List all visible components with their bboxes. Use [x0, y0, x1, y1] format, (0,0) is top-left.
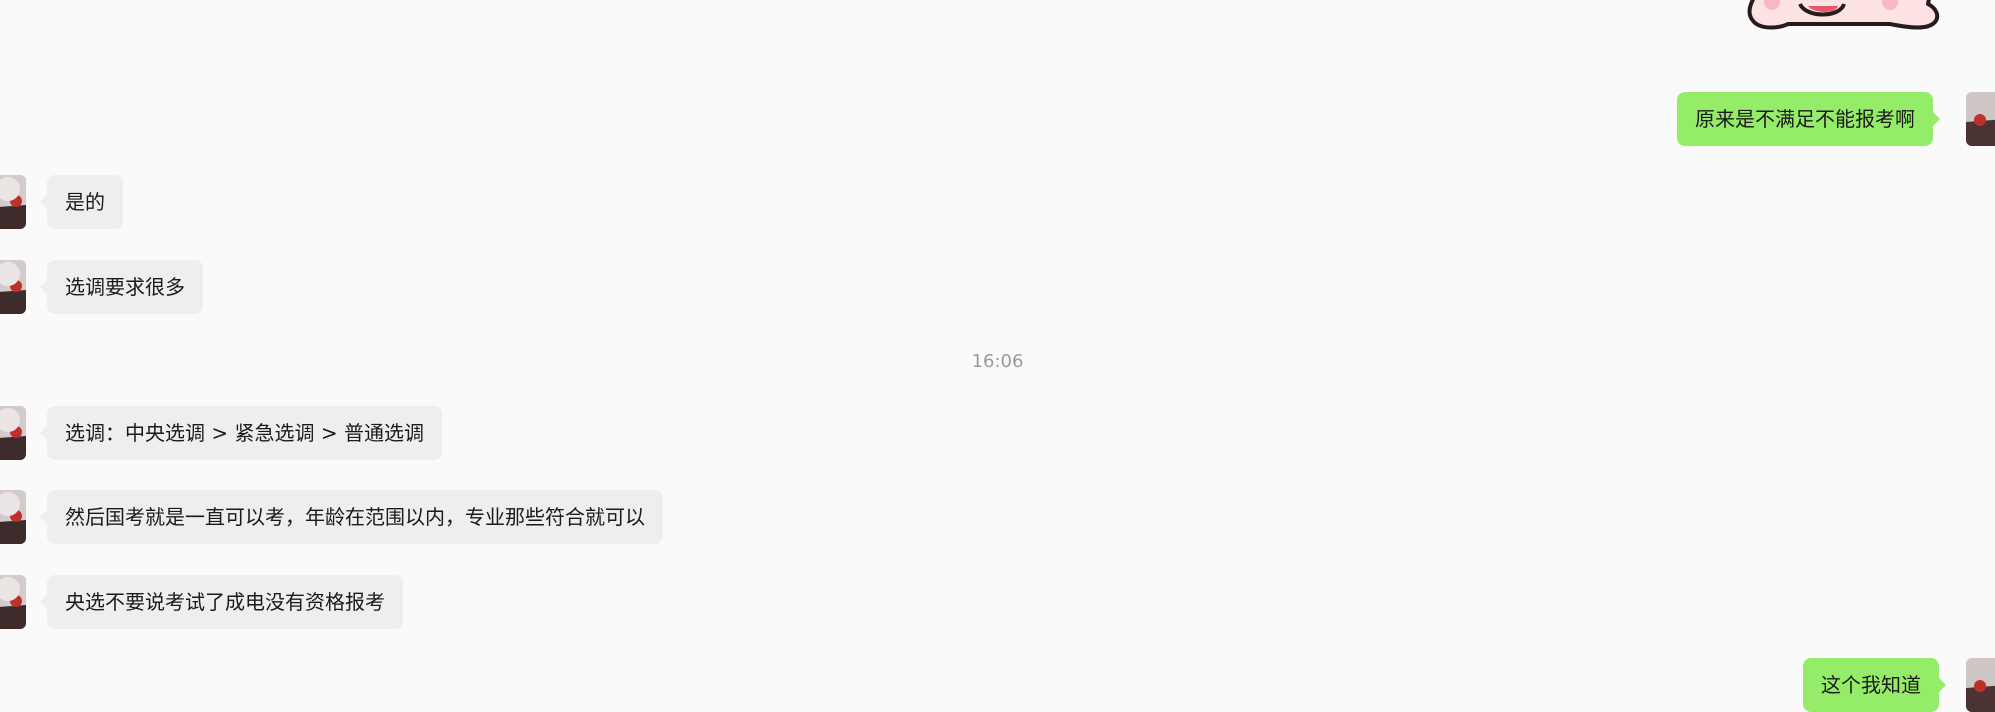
message-row-self: 原来是不满足不能报考啊 [0, 92, 1995, 146]
bubble-tail [1932, 111, 1940, 127]
message-row-other: 选调：中央选调 > 紧急选调 > 普通选调 [0, 406, 1995, 460]
message-bubble-other[interactable]: 然后国考就是一直可以考，年龄在范围以内，专业那些符合就可以 [40, 490, 663, 544]
message-text: 选调：中央选调 > 紧急选调 > 普通选调 [65, 421, 424, 445]
message-row-other: 是的 [0, 175, 1995, 229]
message-text: 央选不要说考试了成电没有资格报考 [65, 590, 385, 614]
bubble-tail [40, 194, 48, 210]
contact-avatar[interactable] [0, 575, 26, 629]
message-bubble-self[interactable]: 这个我知道 [1803, 658, 1946, 712]
message-text: 是的 [65, 190, 105, 214]
avatar-icon [0, 490, 26, 544]
avatar-icon [1966, 92, 1995, 146]
chat-message-area[interactable]: 原来是不满足不能报考啊 是的 选调要求很多 16:06 选调：中央选调 > 紧急… [0, 0, 1995, 712]
avatar-icon [0, 406, 26, 460]
message-bubble-self[interactable]: 原来是不满足不能报考啊 [1677, 92, 1940, 146]
bubble-tail [40, 425, 48, 441]
avatar-icon [0, 575, 26, 629]
message-bubble-other[interactable]: 是的 [40, 175, 123, 229]
message-text: 然后国考就是一直可以考，年龄在范围以内，专业那些符合就可以 [65, 505, 645, 529]
contact-avatar[interactable] [0, 260, 26, 314]
time-divider: 16:06 [971, 351, 1024, 372]
pig-sticker-icon [1747, 0, 1940, 30]
message-row-other: 然后国考就是一直可以考，年龄在范围以内，专业那些符合就可以 [0, 490, 1995, 544]
pig-sticker-image[interactable] [1740, 0, 1940, 44]
message-bubble-other[interactable]: 选调要求很多 [40, 260, 203, 314]
bubble-tail [40, 509, 48, 525]
message-row-self: 这个我知道 [0, 658, 1995, 712]
self-avatar[interactable] [1966, 658, 1995, 712]
message-bubble-other[interactable]: 选调：中央选调 > 紧急选调 > 普通选调 [40, 406, 442, 460]
contact-avatar[interactable] [0, 490, 26, 544]
message-row-other: 央选不要说考试了成电没有资格报考 [0, 575, 1995, 629]
avatar-icon [0, 175, 26, 229]
avatar-icon [1966, 658, 1995, 712]
message-text: 原来是不满足不能报考啊 [1695, 107, 1915, 131]
message-text: 这个我知道 [1821, 673, 1921, 697]
message-text: 选调要求很多 [65, 275, 185, 299]
message-row-other: 选调要求很多 [0, 260, 1995, 314]
contact-avatar[interactable] [0, 406, 26, 460]
bubble-tail [1938, 677, 1946, 693]
self-avatar[interactable] [1966, 92, 1995, 146]
avatar-icon [0, 260, 26, 314]
bubble-tail [40, 279, 48, 295]
message-bubble-other[interactable]: 央选不要说考试了成电没有资格报考 [40, 575, 403, 629]
bubble-tail [40, 594, 48, 610]
contact-avatar[interactable] [0, 175, 26, 229]
